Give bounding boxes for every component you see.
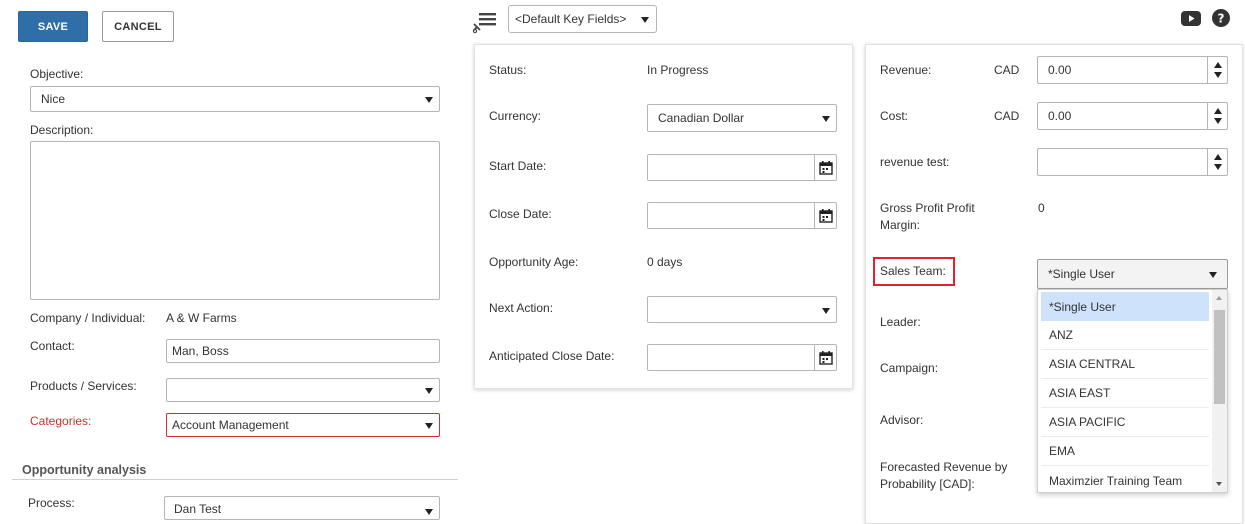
process-label: Process: <box>28 496 75 510</box>
sales-team-dropdown[interactable]: *Single User ANZ ASIA CENTRAL ASIA EAST … <box>1037 289 1228 493</box>
chevron-down-icon <box>822 116 830 122</box>
cost-spinner[interactable] <box>1207 103 1227 129</box>
dropdown-scrollbar[interactable] <box>1212 290 1227 492</box>
dropdown-scroll-thumb[interactable] <box>1214 310 1225 404</box>
categories-label: Categories: <box>30 414 92 428</box>
chevron-down-icon <box>822 307 830 314</box>
start-date-label: Start Date: <box>489 159 547 173</box>
status-value: In Progress <box>647 63 709 77</box>
products-label: Products / Services: <box>30 379 137 393</box>
opportunity-age-label: Opportunity Age: <box>489 255 579 269</box>
currency-value: Canadian Dollar <box>658 111 745 125</box>
help-icon[interactable]: ? <box>1212 9 1230 27</box>
gross-profit-label: Gross Profit Profit Margin: <box>880 201 975 233</box>
description-label: Description: <box>30 123 94 137</box>
anticipated-close-date-label: Anticipated Close Date: <box>489 349 615 363</box>
sales-team-option[interactable]: ANZ <box>1041 321 1209 350</box>
objective-label: Objective: <box>30 67 84 81</box>
scroll-down-icon[interactable] <box>1216 482 1222 486</box>
sales-team-option[interactable]: *Single User <box>1041 292 1209 321</box>
sales-team-option[interactable]: ASIA CENTRAL <box>1041 350 1209 379</box>
menu-filter-icon[interactable] <box>472 10 498 34</box>
key-fields-value: <Default Key Fields> <box>515 12 627 26</box>
cost-field[interactable]: 0.00 <box>1037 102 1228 130</box>
contact-field[interactable]: Man, Boss <box>166 339 440 363</box>
revenue-currency: CAD <box>994 63 1020 77</box>
products-select[interactable] <box>166 378 440 402</box>
sales-team-option[interactable]: ASIA EAST <box>1041 379 1209 408</box>
categories-value: Account Management <box>172 418 289 432</box>
close-date-field[interactable] <box>647 202 837 229</box>
leader-label: Leader: <box>880 315 921 329</box>
start-date-field[interactable] <box>647 154 837 181</box>
process-select[interactable]: Dan Test <box>164 496 440 520</box>
revenue-test-spinner[interactable] <box>1207 149 1227 175</box>
calendar-icon[interactable] <box>814 345 836 370</box>
sales-team-option[interactable]: ASIA PACIFIC <box>1041 408 1209 437</box>
advisor-label: Advisor: <box>880 413 924 427</box>
revenue-spinner[interactable] <box>1207 57 1227 83</box>
key-fields-select[interactable]: <Default Key Fields> <box>508 5 657 33</box>
revenue-value: 0.00 <box>1048 63 1072 77</box>
section-divider <box>12 479 458 480</box>
categories-select[interactable]: Account Management <box>166 413 440 437</box>
forecast-label-line1: Forecasted Revenue by <box>880 460 1008 474</box>
calendar-icon[interactable] <box>814 155 836 180</box>
svg-text:?: ? <box>1218 12 1225 26</box>
gross-profit-value: 0 <box>1038 201 1045 215</box>
campaign-label: Campaign: <box>880 361 939 375</box>
opportunity-age-value: 0 days <box>647 255 683 269</box>
anticipated-close-date-field[interactable] <box>647 344 837 371</box>
company-value[interactable]: A & W Farms <box>166 311 237 325</box>
status-label: Status: <box>489 63 527 77</box>
close-date-label: Close Date: <box>489 207 552 221</box>
chevron-down-icon <box>425 423 433 429</box>
youtube-icon[interactable] <box>1181 11 1201 26</box>
sales-team-option[interactable]: Maximzier Training Team <box>1041 466 1209 492</box>
gross-profit-label-line1: Gross Profit Profit <box>880 201 975 215</box>
sales-team-label: Sales Team: <box>880 264 946 278</box>
chevron-down-icon <box>641 17 649 23</box>
revenue-field[interactable]: 0.00 <box>1037 56 1228 84</box>
objective-select[interactable]: Nice <box>30 86 440 112</box>
currency-select[interactable]: Canadian Dollar <box>647 104 837 132</box>
chevron-down-icon <box>1209 272 1217 278</box>
scroll-up-icon[interactable] <box>1216 296 1222 300</box>
next-action-select[interactable] <box>647 296 837 323</box>
chevron-down-icon <box>425 97 433 103</box>
revenue-label: Revenue: <box>880 63 932 77</box>
section-title: Opportunity analysis <box>22 463 147 477</box>
description-textarea[interactable] <box>30 141 440 300</box>
sales-team-value: *Single User <box>1048 267 1115 281</box>
cost-currency: CAD <box>994 109 1020 123</box>
save-button[interactable]: SAVE <box>18 11 88 42</box>
chevron-down-icon <box>425 388 433 394</box>
cost-label: Cost: <box>880 109 909 123</box>
company-label: Company / Individual: <box>30 311 146 325</box>
sales-team-select[interactable]: *Single User <box>1037 259 1228 289</box>
calendar-icon[interactable] <box>814 203 836 228</box>
forecast-label: Forecasted Revenue by Probability [CAD]: <box>880 460 1007 492</box>
cancel-button[interactable]: CANCEL <box>102 11 174 42</box>
process-value: Dan Test <box>174 502 222 516</box>
sales-team-option[interactable]: EMA <box>1041 437 1209 466</box>
forecast-label-line2: Probability [CAD]: <box>880 477 975 491</box>
objective-value: Nice <box>41 92 66 106</box>
cost-value: 0.00 <box>1048 109 1072 123</box>
contact-value: Man, Boss <box>172 344 229 358</box>
gross-profit-label-line2: Margin: <box>880 218 921 232</box>
revenue-test-field[interactable] <box>1037 148 1228 176</box>
currency-label: Currency: <box>489 109 542 123</box>
contact-label: Contact: <box>30 339 75 353</box>
next-action-label: Next Action: <box>489 301 554 315</box>
revenue-test-label: revenue test: <box>880 155 950 169</box>
